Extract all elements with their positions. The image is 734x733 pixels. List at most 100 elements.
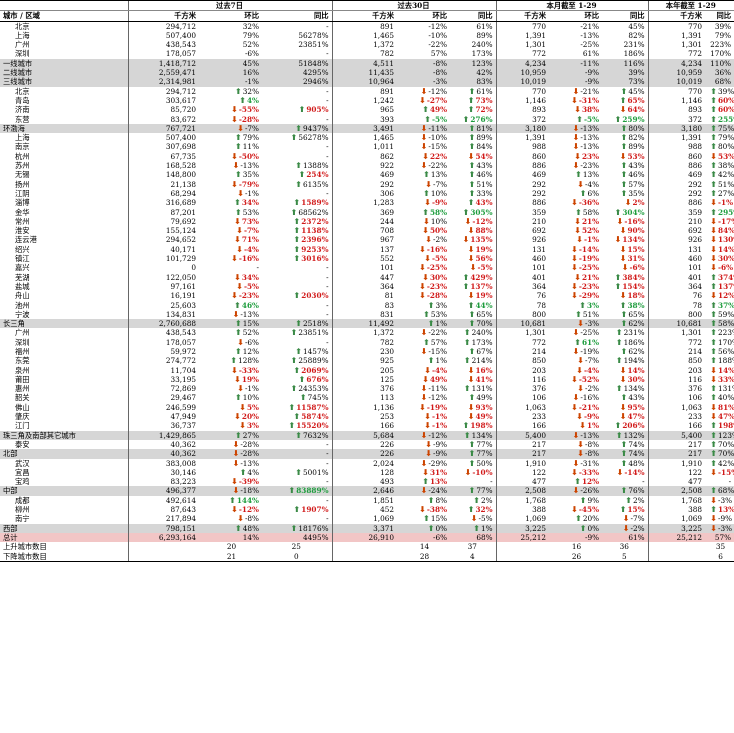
cell-value: 30% [429, 272, 448, 282]
cell-value: 39% [718, 86, 734, 96]
down-arrow-icon: ⬇ [571, 95, 578, 105]
down-arrow-icon: ⬇ [577, 384, 584, 394]
cell-value: 469 [380, 170, 395, 180]
data-cell: ⬆81% [450, 123, 497, 134]
data-cell: ⬆34% [202, 198, 262, 207]
cell-value: 31% [627, 254, 645, 264]
down-arrow-icon: ⬇ [710, 374, 717, 384]
data-cell: ⬆48% [202, 523, 262, 533]
down-arrow-icon: ⬇ [420, 161, 428, 171]
data-cell: ⬇-9% [400, 198, 450, 207]
data-cell: ⬇-79% [202, 180, 262, 189]
down-arrow-icon: ⬇ [234, 272, 241, 282]
cell-value: 14% [242, 532, 259, 542]
cell-value: 35 [715, 542, 726, 552]
down-arrow-icon: ⬇ [710, 254, 717, 264]
data-cell: ⬆11587% [262, 403, 332, 412]
cell-value: 13% [718, 505, 734, 515]
cell-value: -39% [238, 477, 259, 487]
data-cell: ⬆305% [450, 208, 496, 217]
data-cell: ⬇-8% [202, 514, 262, 523]
cell-value: -16% [426, 244, 448, 254]
cell-value: 25,212 [676, 532, 703, 542]
cell-value: -21% [580, 86, 600, 96]
cell-value: 831 [380, 309, 395, 319]
cell-value: -22% [428, 161, 448, 171]
data-cell: 862 [331, 151, 401, 162]
data-cell: 110% [708, 58, 734, 69]
down-arrow-icon: ⬇ [424, 198, 431, 208]
data-cell: 59,972 [127, 346, 202, 357]
data-cell: 372 [647, 114, 709, 124]
up-arrow-icon: ⬆ [574, 207, 582, 217]
data-cell: 122,050 [127, 272, 202, 282]
data-cell: ⬇-8% [552, 449, 603, 459]
cell-value: 72,869 [170, 384, 196, 394]
cell-value: 772 [688, 49, 703, 59]
data-cell: ⬇-23% [552, 161, 602, 170]
data-cell [331, 551, 401, 562]
data-cell: -11% [552, 58, 603, 69]
data-cell: 25,603 [127, 300, 202, 310]
down-arrow-icon: ⬇ [624, 198, 632, 208]
cell-value: 25,212 [520, 532, 547, 542]
cell-value: -1% [431, 412, 448, 422]
cell-value: -9% [432, 449, 448, 459]
data-cell: ⬆77% [450, 449, 497, 459]
cell-value: 770 [688, 86, 703, 96]
cell-value: 68% [718, 486, 734, 496]
data-cell: 316,689 [127, 198, 202, 208]
cell-value: -4% [243, 244, 259, 254]
data-cell: 0 [127, 263, 202, 273]
cell-value: 53% [718, 151, 734, 161]
cell-value: 4,234 [681, 58, 703, 68]
cell-value: 79% [242, 133, 259, 143]
cell-value: -9% [584, 532, 600, 542]
cell-value: 772 [532, 49, 547, 59]
data-cell: - [262, 496, 332, 505]
row-label: 武汉 [0, 459, 128, 468]
cell-value: -5% [583, 114, 600, 124]
cell-value: 18% [627, 291, 645, 301]
data-cell: 1,283 [331, 198, 401, 208]
data-cell: -8% [400, 68, 451, 78]
data-cell: 477 [495, 477, 553, 487]
cell-value: 43% [628, 393, 645, 403]
down-arrow-icon: ⬇ [419, 505, 426, 515]
row-label: 下降城市数目 [0, 551, 128, 562]
data-cell: 1,910 [647, 458, 709, 468]
cell-value: 89% [476, 133, 493, 143]
cell-value: 230 [380, 346, 395, 356]
row-label: 扬州 [0, 180, 128, 189]
data-cell: 79% [202, 31, 262, 40]
up-arrow-icon: ⬆ [234, 328, 242, 338]
up-arrow-icon: ⬆ [615, 430, 623, 440]
down-arrow-icon: ⬇ [571, 198, 578, 208]
data-cell: 214 [647, 346, 709, 357]
down-arrow-icon: ⬇ [232, 439, 240, 449]
data-cell: ⬇-10% [450, 468, 496, 477]
data-cell: ⬆745% [262, 393, 332, 402]
data-cell: ⬇-16% [602, 217, 648, 226]
up-arrow-icon: ⬆ [710, 300, 717, 310]
row-label: 东营 [0, 115, 128, 124]
cell-value: 79% [718, 133, 734, 143]
up-arrow-icon: ⬆ [468, 319, 476, 329]
row-label-text: 泉州 [15, 365, 30, 375]
data-cell: 61% [602, 532, 649, 543]
column-header: 同比 [450, 10, 497, 22]
row-label-text: 柳州 [15, 505, 30, 515]
data-cell: 101 [331, 263, 401, 273]
row-label-text: 二线城市 [3, 68, 33, 78]
data-cell: ⬆32% [450, 505, 496, 514]
cell-value: 47% [718, 412, 734, 422]
cell-value: 438,543 [165, 328, 196, 338]
data-cell: 226 [331, 439, 401, 450]
up-arrow-icon: ⬆ [234, 86, 242, 96]
region-total-row: 环渤海 767,721 ⬇-7% ⬆9437% 3,491 ⬇-11% ⬆81% 3,180 ⬇… [0, 123, 734, 134]
cell-value: -7% [244, 123, 259, 133]
cell-value: 36% [714, 68, 732, 78]
down-arrow-icon: ⬇ [420, 486, 428, 496]
cell-value: 5% [246, 402, 259, 412]
cell-value: -38% [426, 505, 448, 515]
